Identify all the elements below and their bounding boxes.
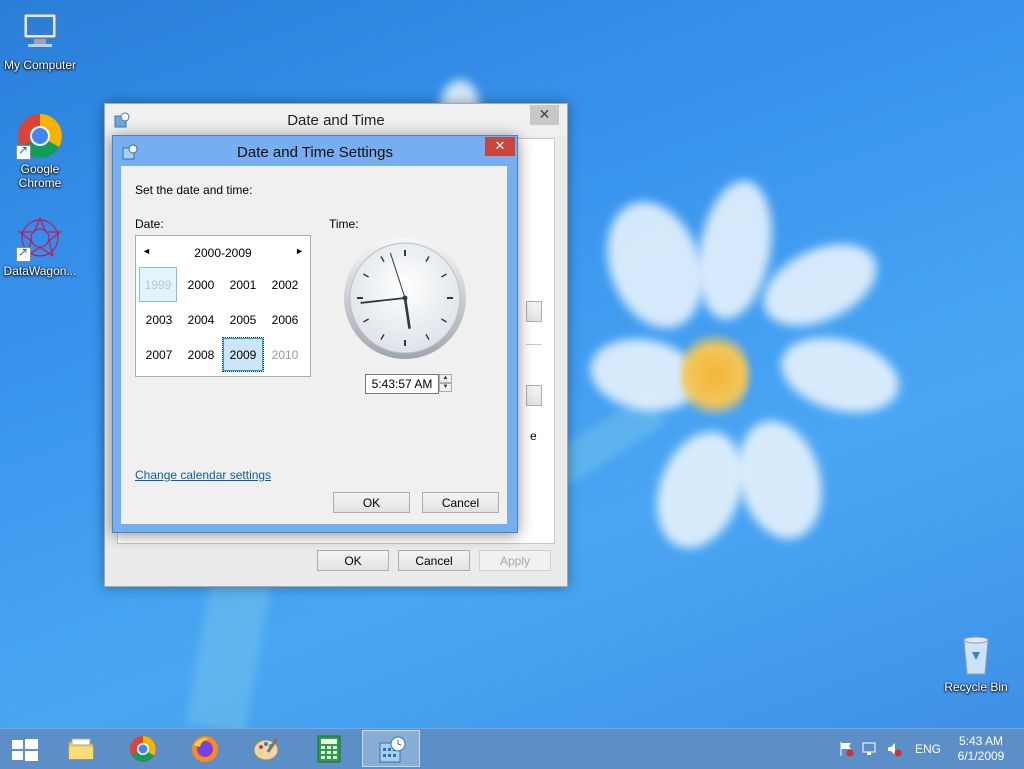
desktop-icon-label: Chrome <box>18 176 62 190</box>
desktop-icon-label: Google <box>20 162 60 176</box>
time-spin-up-button[interactable]: ▲ <box>439 374 452 383</box>
chrome-icon <box>16 112 64 160</box>
calendar-year-cell[interactable]: 2005 <box>222 302 264 337</box>
taskbar-date-and-time[interactable] <box>362 730 420 767</box>
paint-palette-icon <box>253 737 279 761</box>
partial-text: e <box>530 429 537 443</box>
taskbar: ENG 5:43 AM 6/1/2009 <box>0 728 1024 769</box>
taskbar-firefox[interactable] <box>176 730 234 767</box>
chrome-icon <box>130 736 156 762</box>
calendar-year-cell[interactable]: 1999 <box>139 267 177 302</box>
calculator-icon <box>317 735 341 763</box>
close-button[interactable]: ✕ <box>530 105 559 125</box>
language-indicator[interactable]: ENG <box>915 742 941 756</box>
ok-button[interactable]: OK <box>317 550 389 571</box>
clock-center-pin <box>402 295 408 301</box>
desktop-icon-google-chrome[interactable]: Google Chrome <box>0 112 80 190</box>
ok-button[interactable]: OK <box>333 492 410 513</box>
dialog-title: Date and Time Settings <box>237 144 393 161</box>
calendar: ◄ 2000-2009 ► 1999 2000 2001 2002 2003 2004 20… <box>135 235 311 377</box>
windows-logo-icon <box>12 739 38 761</box>
firefox-icon <box>192 736 218 762</box>
calendar-year-cell[interactable]: 2000 <box>180 267 222 302</box>
calendar-year-cell[interactable]: 2009 <box>222 337 264 372</box>
tray-date: 6/1/2009 <box>957 749 1005 763</box>
calendar-year-cell[interactable]: 2004 <box>180 302 222 337</box>
tray-time: 5:43 AM <box>958 734 1004 748</box>
taskbar-clock[interactable]: 5:43 AM 6/1/2009 <box>950 734 1012 764</box>
calendar-header[interactable]: 2000-2009 <box>160 246 286 260</box>
datawagon-icon <box>16 214 64 262</box>
shortcut-arrow-icon <box>16 245 31 262</box>
analog-clock <box>344 237 466 359</box>
calendar-year-cell[interactable]: 2006 <box>264 302 306 337</box>
title-bar[interactable]: Date and Time ✕ <box>105 104 567 136</box>
folder-icon <box>68 738 94 760</box>
date-and-time-settings-dialog: Date and Time Settings ✕ Set the date an… <box>112 135 518 533</box>
start-button[interactable] <box>0 730 50 767</box>
action-center-flag-icon[interactable] <box>838 741 854 757</box>
cancel-button[interactable]: Cancel <box>398 550 470 571</box>
network-icon[interactable] <box>862 741 878 757</box>
desktop-icon-label: My Computer <box>3 58 77 72</box>
taskbar-chrome[interactable] <box>114 730 172 767</box>
calendar-year-cell[interactable]: 2008 <box>180 337 222 372</box>
calendar-year-cell[interactable]: 2007 <box>138 337 180 372</box>
instruction-text: Set the date and time: <box>135 183 253 197</box>
close-button[interactable]: ✕ <box>485 137 515 156</box>
time-input[interactable]: 5:43:57 AM <box>365 374 439 394</box>
year-grid: 1999 2000 2001 2002 2003 2004 2005 2006 2007 2008… <box>138 267 308 372</box>
desktop-icon-recycle-bin[interactable]: Recycle Bin <box>936 630 1016 694</box>
calendar-year-cell[interactable]: 2001 <box>222 267 264 302</box>
change-calendar-settings-link[interactable]: Change calendar settings <box>135 468 271 482</box>
apply-button[interactable]: Apply <box>479 550 551 571</box>
desktop-icon-my-computer[interactable]: My Computer <box>0 8 80 72</box>
dialog-body: Set the date and time: Date: Time: ◄ 200… <box>121 166 507 524</box>
computer-icon <box>16 8 64 56</box>
calendar-year-cell[interactable]: 2010 <box>264 337 306 372</box>
taskbar-file-explorer[interactable] <box>52 730 110 767</box>
taskbar-paint[interactable] <box>238 730 296 767</box>
divider <box>526 344 542 345</box>
next-decade-button[interactable]: ► <box>295 246 304 256</box>
window-title: Date and Time <box>287 112 385 129</box>
time-spin-down-button[interactable]: ▼ <box>439 383 452 392</box>
date-time-icon <box>379 736 406 763</box>
date-label: Date: <box>135 217 164 231</box>
previous-decade-button[interactable]: ◄ <box>142 246 151 256</box>
hidden-button-1[interactable] <box>526 301 542 322</box>
cancel-button[interactable]: Cancel <box>422 492 499 513</box>
time-label: Time: <box>329 217 359 231</box>
desktop-icon-label: Recycle Bin <box>944 680 1008 694</box>
speaker-muted-icon[interactable] <box>886 741 902 757</box>
recycle-bin-icon <box>952 630 1000 678</box>
calendar-year-cell[interactable]: 2003 <box>138 302 180 337</box>
taskbar-calculator[interactable] <box>300 730 358 767</box>
hidden-button-2[interactable] <box>526 385 542 406</box>
shortcut-arrow-icon <box>16 143 31 160</box>
desktop-icon-label: DataWagon... <box>3 264 77 278</box>
calendar-year-cell[interactable]: 2002 <box>264 267 306 302</box>
desktop-icon-datawagon[interactable]: DataWagon... <box>0 214 80 278</box>
